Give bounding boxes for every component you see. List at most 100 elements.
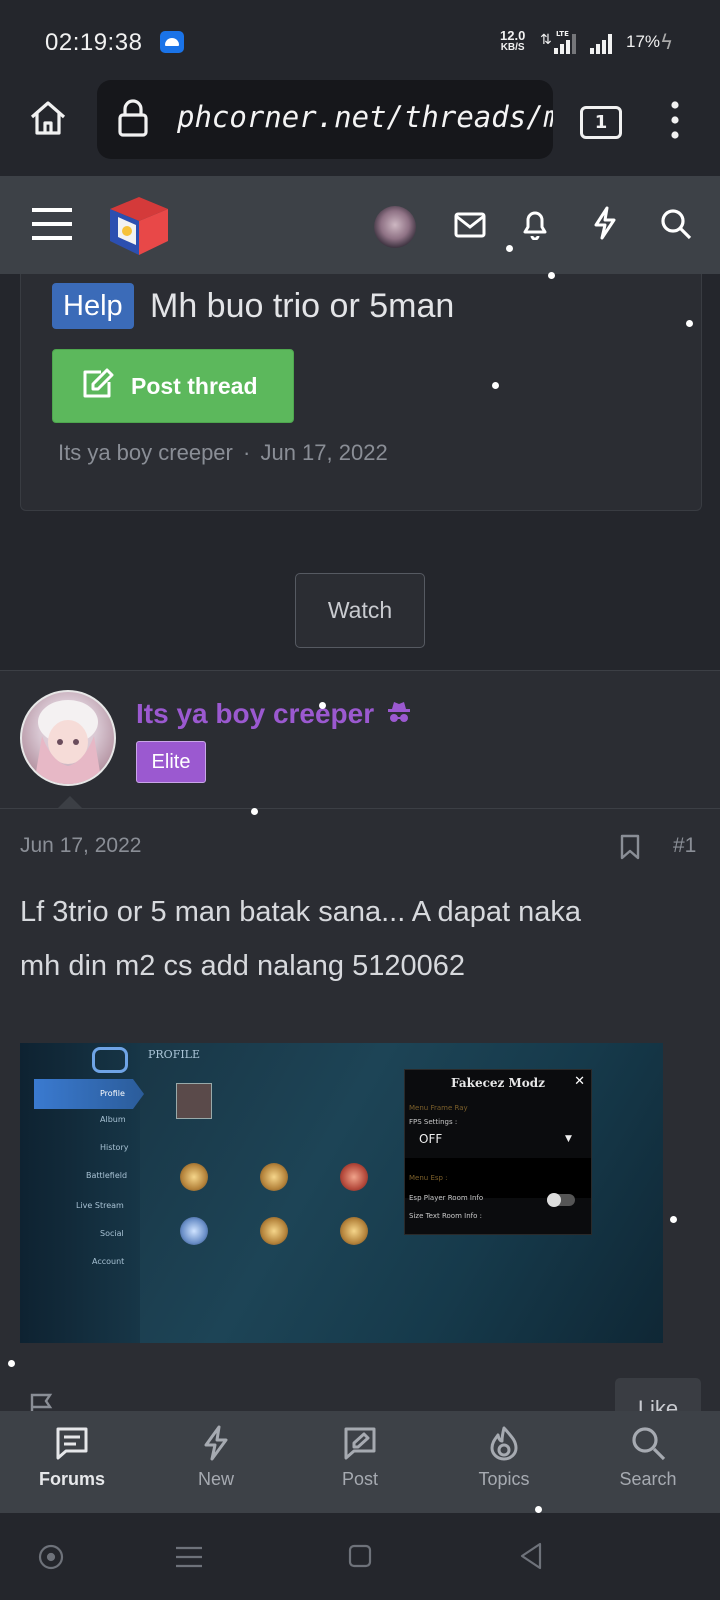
user-avatar[interactable] [374, 206, 416, 248]
image-panel-section: Menu Frame Ray [409, 1104, 468, 1112]
bookmark-icon[interactable] [620, 834, 640, 864]
nav-new[interactable]: New [146, 1411, 286, 1513]
post-image[interactable]: PROFILE Profile Album History Battlefiel… [20, 1043, 663, 1343]
post-body-line: mh din m2 cs add nalang 5120062 [20, 950, 465, 982]
recents-icon[interactable] [176, 1546, 202, 1572]
nav-forums[interactable]: Forums [2, 1411, 142, 1513]
watch-button[interactable]: Watch [295, 573, 425, 648]
net-speed-value: 12.0 [500, 28, 526, 43]
tab-switcher-button[interactable]: 1 [580, 106, 622, 139]
image-toggle [547, 1193, 575, 1207]
poster-username-text: Its ya boy creeper [136, 698, 375, 729]
data-arrows-icon: ⇅ [540, 32, 552, 48]
image-profile-label: PROFILE [148, 1048, 201, 1061]
post-body-line: Lf 3trio or 5 man batak sana... A dapat … [20, 896, 582, 928]
meta-separator: · [243, 440, 251, 465]
thread-prefix-badge[interactable]: Help [52, 283, 134, 329]
menu-icon[interactable] [32, 207, 72, 245]
image-side-item: Account [92, 1257, 125, 1266]
image-mod-panel: Fakecez Modz ✕ Menu Frame Ray FPS Settin… [404, 1069, 592, 1235]
post-date[interactable]: Jun 17, 2022 [20, 834, 141, 858]
divider [0, 808, 720, 809]
snow-dot [535, 1506, 542, 1513]
image-medal [180, 1163, 208, 1191]
more-icon[interactable] [670, 100, 680, 144]
nav-topics[interactable]: Topics [434, 1411, 574, 1513]
thread-author[interactable]: Its ya boy creeper [58, 440, 233, 465]
snow-dot [548, 272, 555, 279]
image-medal [180, 1217, 208, 1245]
nav-label: Search [619, 1469, 677, 1489]
image-panel-select-value: OFF [419, 1132, 443, 1146]
image-panel-label: FPS Settings : [409, 1118, 458, 1126]
image-hero-portrait [176, 1083, 212, 1119]
address-bar[interactable]: phcorner.net/threads/mh-bu [97, 80, 553, 159]
post-thread-label: Post thread [131, 372, 258, 399]
avatar-pointer [58, 796, 82, 808]
nav-label: Topics [478, 1469, 530, 1489]
image-panel-title: Fakecez Modz [450, 1076, 545, 1090]
edit-icon [81, 368, 115, 404]
bell-icon[interactable] [520, 208, 550, 244]
image-medal [260, 1163, 288, 1191]
image-panel-option: Size Text Room Info : [409, 1212, 482, 1220]
image-close-icon: ✕ [574, 1074, 585, 1089]
thread-date[interactable]: Jun 17, 2022 [260, 440, 387, 465]
image-panel-option: Esp Player Room Info [409, 1194, 484, 1202]
image-tab [34, 1079, 144, 1109]
poster-username[interactable]: Its ya boy creeper [136, 698, 412, 732]
image-side-item: Live Stream [76, 1201, 124, 1210]
search-icon[interactable] [660, 208, 692, 244]
search-icon [632, 1427, 666, 1461]
nav-label: Forums [38, 1469, 105, 1489]
net-speed: 12.0 KB/S [500, 28, 526, 54]
status-clock: 02:19:38 [45, 29, 143, 56]
snow-dot [492, 382, 499, 389]
home-square-icon[interactable] [348, 1544, 372, 1572]
image-panel-section: Menu Esp : [409, 1174, 448, 1182]
flame-icon [490, 1426, 518, 1461]
android-notification-icon [160, 31, 184, 53]
image-side-item: History [100, 1143, 129, 1152]
post-number[interactable]: #1 [673, 834, 696, 858]
nav-search[interactable]: Search [578, 1411, 718, 1513]
home-icon[interactable] [28, 98, 68, 142]
lightning-icon [204, 1425, 228, 1461]
image-side-item: Battlefield [86, 1171, 128, 1180]
post-body: Lf 3trio or 5 man batak sana... A dapat … [20, 885, 700, 993]
image-back-icon [92, 1047, 128, 1073]
nav-label: New [197, 1469, 234, 1489]
battery-level: 17% [626, 32, 661, 51]
post-icon [344, 1427, 376, 1460]
charging-icon: ϟ [660, 30, 674, 54]
image-medal [340, 1163, 368, 1191]
image-medal [260, 1217, 288, 1245]
back-icon[interactable] [518, 1542, 544, 1574]
image-medal [340, 1217, 368, 1245]
inbox-icon[interactable] [454, 212, 486, 242]
poster-avatar[interactable] [20, 690, 116, 786]
site-logo[interactable] [106, 193, 172, 263]
snow-dot [670, 1216, 677, 1223]
image-side-item: Profile [100, 1089, 125, 1098]
lightning-icon[interactable] [592, 206, 618, 244]
image-side-item: Social [100, 1229, 124, 1238]
thread-title: Mh buo trio or 5man [150, 287, 455, 325]
url-text: phcorner.net/threads/mh-bu [177, 100, 553, 134]
signal-icon [554, 34, 576, 54]
nav-label: Post [341, 1469, 379, 1489]
snow-dot [686, 320, 693, 327]
nav-post[interactable]: Post [290, 1411, 430, 1513]
image-chevron-down-icon: ▼ [565, 1134, 572, 1144]
post-thread-button[interactable]: Post thread [52, 349, 294, 423]
forums-icon [56, 1427, 88, 1460]
signal-icon [590, 34, 612, 54]
snow-dot [319, 702, 326, 709]
image-side-item: Album [100, 1115, 126, 1124]
thread-meta: Its ya boy creeper · Jun 17, 2022 [58, 440, 388, 466]
snow-dot [506, 245, 513, 252]
assistant-icon[interactable] [38, 1544, 64, 1574]
user-title-badge: Elite [136, 741, 206, 783]
lock-icon [117, 98, 149, 142]
snow-dot [8, 1360, 15, 1367]
